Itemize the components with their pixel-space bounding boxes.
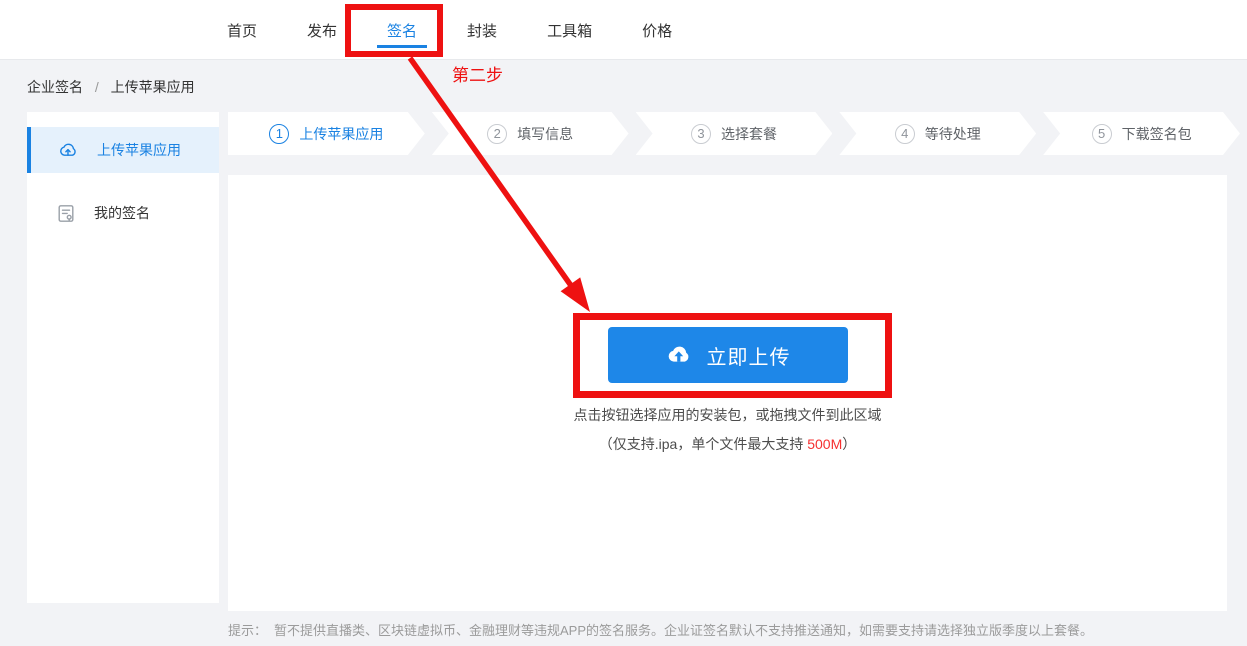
nav-tab-home[interactable]: 首页 (225, 0, 259, 60)
signature-document-icon (57, 204, 75, 223)
breadcrumb-separator: / (94, 79, 99, 95)
tip-label: 提示： (228, 623, 268, 638)
hint-suffix: ） (842, 436, 857, 452)
sidebar-item-upload-apple-app[interactable]: 上传苹果应用 (27, 127, 219, 173)
steps-wizard: 1 上传苹果应用 2 填写信息 3 选择套餐 4 等待处理 5 下载签名包 (228, 112, 1240, 155)
step-label: 上传苹果应用 (299, 125, 384, 142)
nav-tab-signature[interactable]: 签名 (385, 0, 419, 60)
step-4-processing: 4 等待处理 (839, 112, 1036, 155)
hint-prefix: （仅支持.ipa，单个文件最大支持 (598, 436, 808, 452)
step-label: 等待处理 (924, 125, 981, 142)
sidebar: 上传苹果应用 我的签名 (27, 112, 219, 603)
sidebar-item-my-signatures[interactable]: 我的签名 (27, 190, 219, 236)
nav-tab-toolbox[interactable]: 工具箱 (545, 0, 594, 60)
sidebar-item-label: 上传苹果应用 (97, 142, 181, 158)
step-label: 填写信息 (517, 125, 574, 142)
tip-text: 暂不提供直播类、区块链虚拟币、金融理财等违规APP的签名服务。企业证签名默认不支… (274, 623, 1094, 638)
sidebar-item-label: 我的签名 (94, 205, 150, 221)
step-number-badge: 1 (269, 124, 289, 144)
step-number-badge: 5 (1092, 124, 1112, 144)
upload-hint-line1: 点击按钮选择应用的安装包，或拖拽文件到此区域 (573, 407, 882, 423)
breadcrumb-current: 上传苹果应用 (110, 79, 195, 95)
step-2-fill-info: 2 填写信息 (432, 112, 629, 155)
cloud-upload-filled-icon (665, 344, 692, 366)
step-5-download: 5 下载签名包 (1043, 112, 1240, 155)
step-3-choose-plan: 3 选择套餐 (636, 112, 833, 155)
nav-tab-pricing[interactable]: 价格 (640, 0, 674, 60)
upload-now-button[interactable]: 立即上传 (607, 327, 848, 383)
footer-tip: 提示： 暂不提供直播类、区块链虚拟币、金融理财等违规APP的签名服务。企业证签名默… (228, 620, 1247, 639)
step-1-upload: 1 上传苹果应用 (228, 112, 425, 155)
step-number-badge: 3 (691, 124, 711, 144)
step-number-badge: 2 (487, 124, 507, 144)
page: 首页 发布 签名 封装 工具箱 价格 企业签名 / 上传苹果应用 上传苹果应用 (0, 0, 1247, 646)
annotation-step-note: 第二步 (452, 66, 503, 85)
nav-tab-publish[interactable]: 发布 (305, 0, 339, 60)
max-size-value: 500M (807, 436, 843, 452)
upload-button-label: 立即上传 (706, 346, 791, 369)
cloud-upload-icon (57, 141, 78, 159)
upload-dropzone[interactable]: 立即上传 点击按钮选择应用的安装包，或拖拽文件到此区域 （仅支持.ipa，单个文… (228, 175, 1227, 611)
upload-hint-line2: （仅支持.ipa，单个文件最大支持 500M） (599, 434, 857, 454)
breadcrumb-parent[interactable]: 企业签名 (27, 79, 83, 95)
main-nav: 首页 发布 签名 封装 工具箱 价格 (225, 0, 674, 60)
step-label: 下载签名包 (1121, 125, 1192, 142)
step-label: 选择套餐 (720, 125, 777, 142)
nav-tab-package[interactable]: 封装 (465, 0, 499, 60)
breadcrumb: 企业签名 / 上传苹果应用 (27, 77, 195, 97)
step-number-badge: 4 (895, 124, 915, 144)
top-header: 首页 发布 签名 封装 工具箱 价格 (0, 0, 1247, 60)
